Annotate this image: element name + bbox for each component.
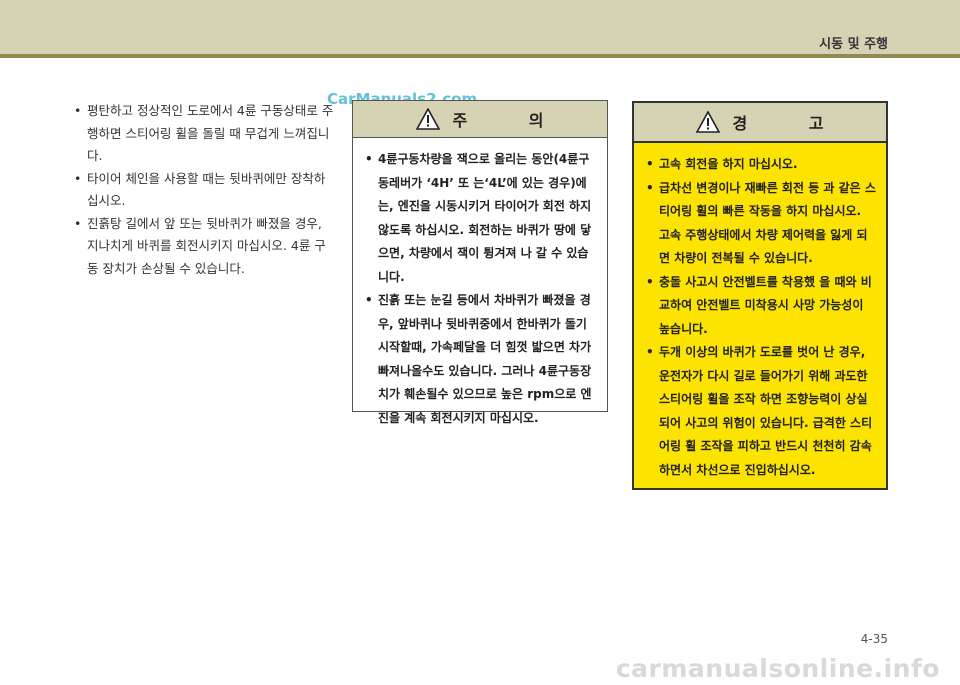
warning-header: 경 고 [634,103,886,143]
warning-item: 두개 이상의 바퀴가 도로를 벗어 난 경우, 운전자가 다시 길로 들어가기 … [644,341,876,482]
page-number: 4-35 [860,632,888,646]
bullet-item: 진흙탕 길에서 앞 또는 뒷바퀴가 빠졌을 경우, 지나치게 바퀴를 회전시키지… [72,213,334,281]
warning-item: 급차선 변경이나 재빠른 회전 등 과 같은 스티어링 휠의 빠른 작동을 하지… [644,177,876,271]
left-bullet-list: 평탄하고 정상적인 도로에서 4륜 구동상태로 주행하면 스티어링 휠을 돌릴 … [72,100,334,280]
caution-list: 4륜구동차량을 잭으로 올리는 동안(4륜구동레버가 ‘4H’ 또 는‘4L’에… [353,138,607,430]
header-band [0,0,960,54]
warning-list: 고속 회전을 하지 마십시오. 급차선 변경이나 재빠른 회전 등 과 같은 스… [634,143,886,482]
warning-triangle-icon [696,110,721,133]
section-title: 시동 및 주행 [819,37,888,52]
warning-item: 고속 회전을 하지 마십시오. [644,153,876,177]
watermark-bottom-bar: carmanualsonline.info [0,652,960,685]
warning-item: 충돌 사고시 안전벨트를 착용했 을 때와 비교하여 안전벨트 미착용시 사망 … [644,271,876,342]
caution-header: 주 의 [353,101,607,138]
header-rule [0,54,960,58]
caution-item: 4륜구동차량을 잭으로 올리는 동안(4륜구동레버가 ‘4H’ 또 는‘4L’에… [363,148,597,289]
bullet-item: 평탄하고 정상적인 도로에서 4륜 구동상태로 주행하면 스티어링 휠을 돌릴 … [72,100,334,168]
warning-title: 경 고 [732,114,852,133]
bullet-item: 타이어 체인을 사용할 때는 뒷바퀴에만 장착하십시오. [72,168,334,213]
warning-box: 경 고 고속 회전을 하지 마십시오. 급차선 변경이나 재빠른 회전 등 과 … [632,101,888,490]
caution-item: 진흙 또는 눈길 등에서 차바퀴가 빠졌을 경우, 앞바퀴나 뒷바퀴중에서 한바… [363,289,597,430]
caution-title: 주 의 [452,111,572,130]
watermark-bottom: carmanualsonline.info [615,654,940,683]
caution-box: 주 의 4륜구동차량을 잭으로 올리는 동안(4륜구동레버가 ‘4H’ 또 는‘… [352,100,608,425]
warning-triangle-icon [416,107,441,130]
